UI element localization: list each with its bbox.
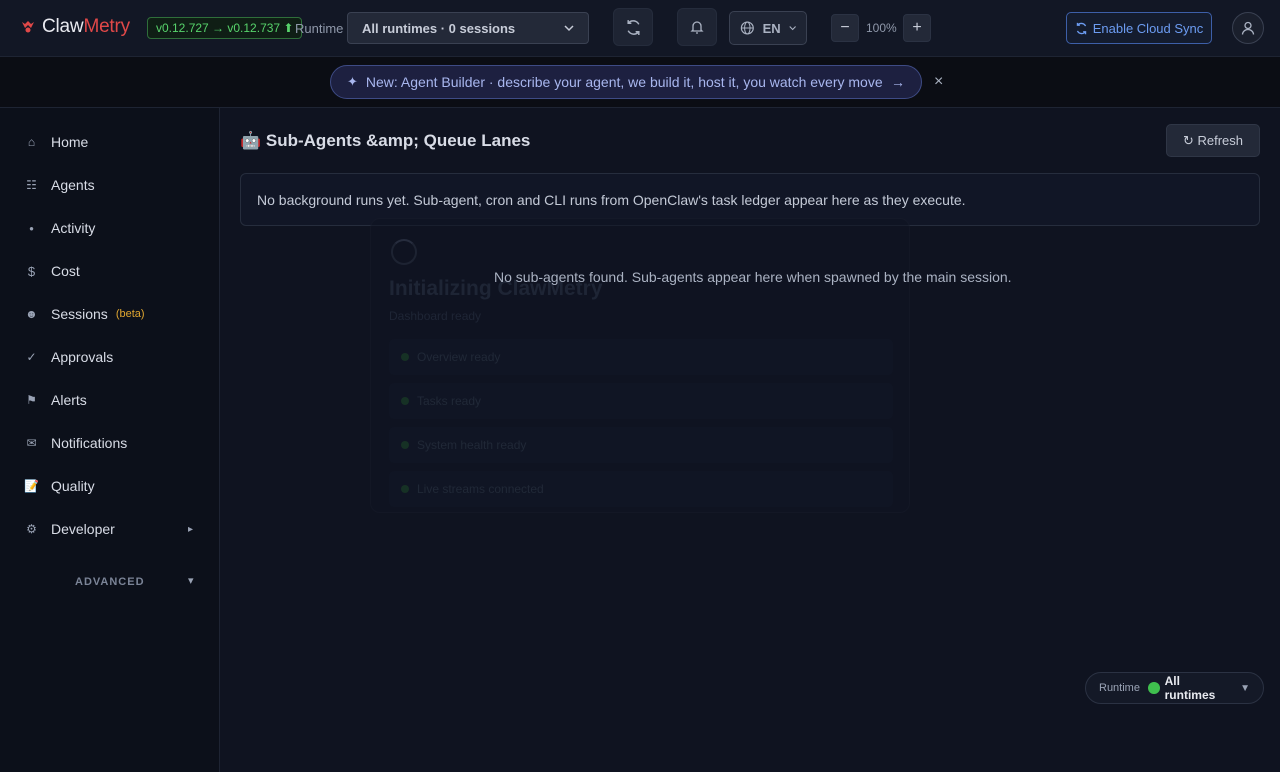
sidebar-item-approvals[interactable]: ✓ Approvals xyxy=(0,339,219,375)
advanced-section-toggle[interactable]: ADVANCED xyxy=(75,576,145,588)
page-title: 🤖 Sub-Agents &amp; Queue Lanes xyxy=(240,131,531,150)
status-dot-icon xyxy=(1147,682,1160,694)
language-button[interactable]: EN xyxy=(729,11,807,45)
sidebar-item-agents[interactable]: ☷ Agents xyxy=(0,167,219,203)
check-icon: ✓ xyxy=(26,350,37,364)
status-dot-icon xyxy=(401,353,409,361)
home-icon: ⌂ xyxy=(27,135,36,149)
runtime-select[interactable]: All runtimes · 0 sessions xyxy=(347,12,589,44)
zoom-out-button[interactable]: − xyxy=(831,14,859,42)
bell-icon xyxy=(690,20,704,34)
sidebar-item-alerts[interactable]: ⚑ Alerts xyxy=(0,382,219,418)
runtime-switcher[interactable]: Runtime All runtimes ▼ xyxy=(1085,672,1264,704)
chevron-down-icon xyxy=(564,25,574,32)
loading-step-label: Tasks ready xyxy=(417,394,482,408)
claw-logo-icon xyxy=(22,21,34,33)
runtime-label: Runtime xyxy=(295,21,344,36)
globe-icon xyxy=(740,21,754,35)
zoom-in-button[interactable]: + xyxy=(903,14,931,42)
announcement-strip: ✦ New: Agent Builder · describe your age… xyxy=(0,57,1280,108)
dollar-icon: $ xyxy=(27,263,36,279)
version-badge[interactable]: v0.12.727 → v0.12.737 ⬆ xyxy=(147,17,303,39)
logo-claw: Claw xyxy=(42,16,84,37)
sidebar-item-label: Approvals xyxy=(51,349,114,365)
loading-step: Overview ready xyxy=(389,339,893,375)
sidebar-item-home[interactable]: ⌂ Home xyxy=(0,124,219,160)
user-menu-button[interactable] xyxy=(1232,12,1264,44)
sync-icon xyxy=(1076,22,1086,34)
sidebar-item-label: Quality xyxy=(51,478,95,494)
sidebar: ⌂ Home ☷ Agents ● Activity $ Cost ☻ Sess… xyxy=(0,108,220,772)
sidebar-item-label: Sessions xyxy=(51,306,108,322)
activity-icon: ● xyxy=(29,223,34,233)
language-label: EN xyxy=(762,20,781,36)
beta-badge: (beta) xyxy=(115,308,145,320)
runtime-pill-value: All runtimes xyxy=(1164,674,1216,702)
enable-cloud-sync-button[interactable]: Enable Cloud Sync xyxy=(1066,12,1212,44)
logo-text: ClawMetry xyxy=(42,16,130,38)
loading-step: System health ready xyxy=(389,427,893,463)
loading-step-label: Overview ready xyxy=(417,350,501,364)
top-bar: ClawMetry v0.12.727 → v0.12.737 ⬆ Runtim… xyxy=(0,0,1280,57)
sparkle-icon: ✦ xyxy=(347,74,358,89)
sidebar-item-sessions[interactable]: ☻ Sessions (beta) xyxy=(0,296,219,332)
caret-down-icon: ▼ xyxy=(1240,682,1250,694)
runtime-select-value: All runtimes · 0 sessions xyxy=(362,20,516,36)
main-content: 🤖 Sub-Agents &amp; Queue Lanes ↻ Refresh… xyxy=(220,108,1280,772)
loading-step-label: Live streams connected xyxy=(417,482,544,496)
loading-subtitle: Dashboard ready xyxy=(389,309,482,323)
sidebar-item-label: Home xyxy=(51,134,89,150)
sidebar-item-cost[interactable]: $ Cost xyxy=(0,253,219,289)
envelope-icon: ✉ xyxy=(26,436,37,450)
sidebar-item-label: Agents xyxy=(51,177,95,193)
spinner-icon xyxy=(391,239,417,265)
sessions-icon: ☻ xyxy=(25,307,38,321)
sidebar-item-label: Alerts xyxy=(51,392,87,408)
sidebar-item-label: Notifications xyxy=(51,435,128,451)
chevron-down-icon xyxy=(789,26,796,31)
agents-icon: ☷ xyxy=(26,178,37,192)
announcement-banner[interactable]: ✦ New: Agent Builder · describe your age… xyxy=(330,65,922,99)
chevron-down-icon[interactable]: ▾ xyxy=(188,574,194,587)
chevron-right-icon: ▸ xyxy=(187,523,193,535)
refresh-icon xyxy=(626,19,640,35)
refresh-button[interactable]: ↻ Refresh xyxy=(1166,124,1260,157)
sidebar-item-notifications[interactable]: ✉ Notifications xyxy=(0,425,219,461)
notifications-button[interactable] xyxy=(677,8,717,46)
close-announcement-button[interactable]: × xyxy=(934,73,943,91)
empty-subagents-message: No sub-agents found. Sub-agents appear h… xyxy=(494,269,1012,285)
sidebar-item-label: Developer xyxy=(51,521,115,537)
user-icon xyxy=(1241,21,1255,35)
logo[interactable]: ClawMetry xyxy=(20,16,130,38)
status-dot-icon xyxy=(401,397,409,405)
memo-icon: 📝 xyxy=(24,479,39,493)
refresh-icon-button[interactable] xyxy=(613,8,653,46)
loading-step-label: System health ready xyxy=(417,438,527,452)
sidebar-item-quality[interactable]: 📝 Quality xyxy=(0,468,219,504)
logo-metry: Metry xyxy=(83,16,130,37)
loading-step: Tasks ready xyxy=(389,383,893,419)
loading-step: Live streams connected xyxy=(389,471,893,507)
arrow-right-icon: → xyxy=(891,74,905,90)
cloud-sync-label: Enable Cloud Sync xyxy=(1092,20,1204,36)
loading-overlay: Initializing ClawMetry Dashboard ready O… xyxy=(370,218,910,513)
announcement-text: New: Agent Builder · describe your agent… xyxy=(365,74,883,90)
gear-icon: ⚙ xyxy=(26,522,37,536)
flag-icon: ⚑ xyxy=(26,393,37,407)
sidebar-item-label: Activity xyxy=(51,220,96,236)
sidebar-item-label: Cost xyxy=(51,263,80,279)
status-dot-icon xyxy=(401,441,409,449)
zoom-level: 100% xyxy=(866,21,897,35)
status-dot-icon xyxy=(401,485,409,493)
sidebar-item-developer[interactable]: ⚙ Developer ▸ xyxy=(0,511,219,547)
runtime-pill-label: Runtime xyxy=(1099,682,1140,694)
sidebar-item-activity[interactable]: ● Activity xyxy=(0,210,219,246)
